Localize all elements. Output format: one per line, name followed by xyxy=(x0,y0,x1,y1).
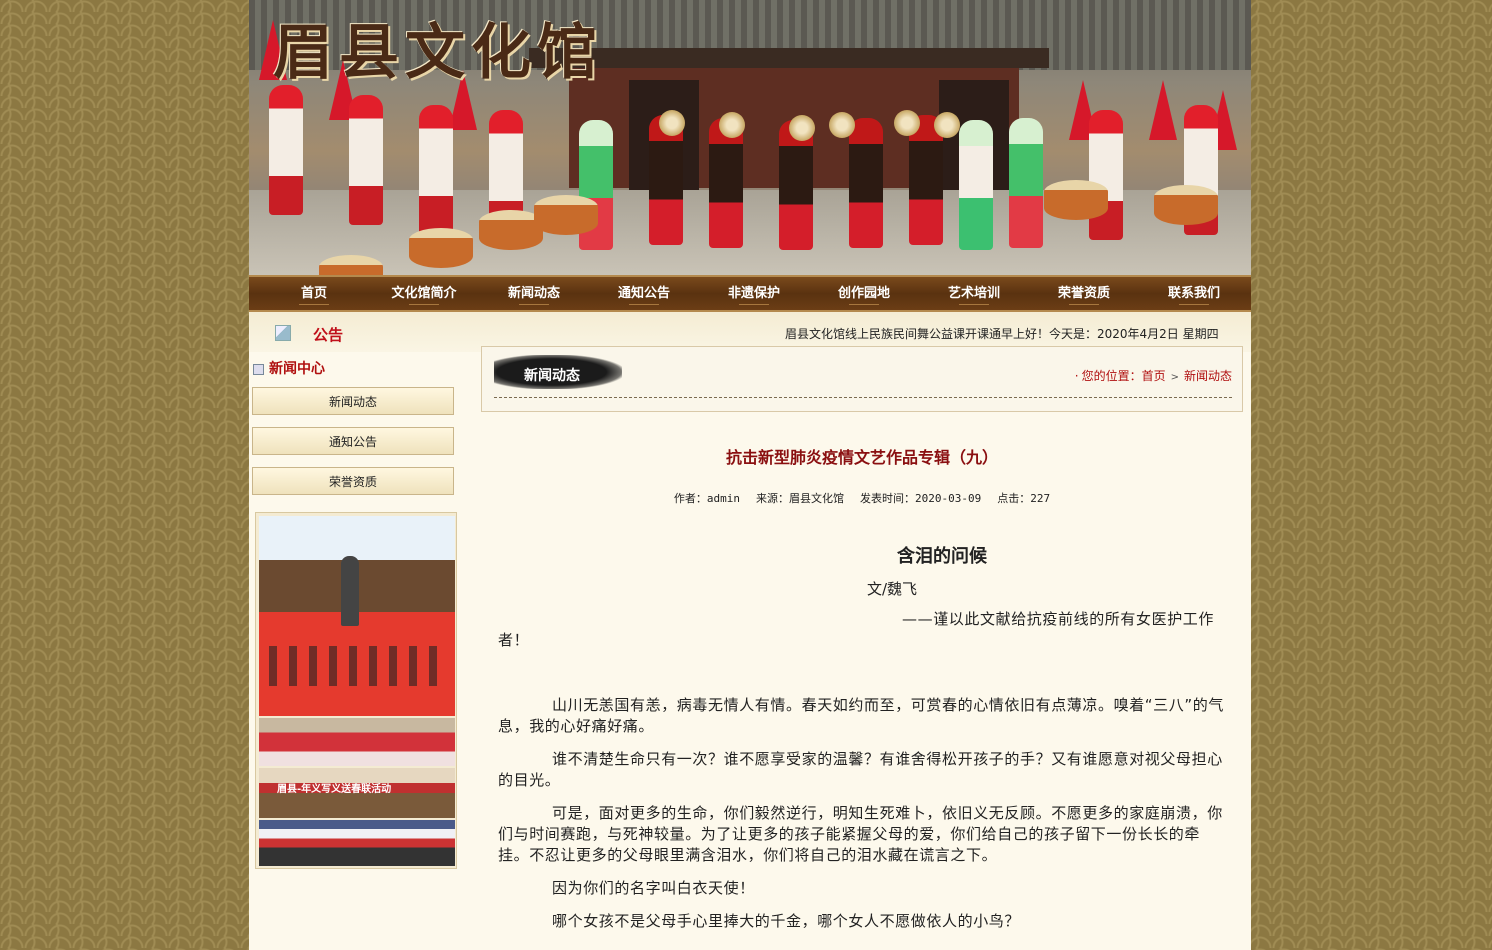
sidebar-item-news[interactable]: 新闻动态 xyxy=(252,387,454,415)
section-heading: 新闻动态 xyxy=(524,368,580,384)
nav-item-creation[interactable]: 创作园地 xyxy=(809,277,919,310)
main-nav: 首页 文化馆简介 新闻动态 通知公告 非遗保护 创作园地 艺术培训 荣誉资质 联… xyxy=(249,275,1251,312)
article-author-line: 文/魏飞 xyxy=(866,580,918,598)
article-author: 作者：admin xyxy=(673,492,740,505)
main-content: 新闻动态 · 您的位置：首页 > 新闻动态 抗击新型肺炎疫情文艺作品专辑（九） 作者：… xyxy=(481,346,1243,950)
nav-item-home[interactable]: 首页 xyxy=(259,277,369,310)
nav-item-news[interactable]: 新闻动态 xyxy=(479,277,589,310)
notice-marquee[interactable]: 眉县文化馆线上民族民间舞公益课开课通早上好！今天是：2020年4月2日 星期四 xyxy=(785,325,1219,342)
header-banner: 眉县文化馆 xyxy=(249,0,1251,275)
article-title: 抗击新型肺炎疫情文艺作品专辑（九） xyxy=(725,448,998,467)
article-paragraph: 因为你们的名字叫白衣天使！ xyxy=(552,879,755,897)
sidebar-title: 新闻中心 xyxy=(253,360,325,378)
sidebar-item-honors[interactable]: 荣誉资质 xyxy=(252,467,454,495)
nav-item-contact[interactable]: 联系我们 xyxy=(1139,277,1249,310)
breadcrumb-home[interactable]: 首页 xyxy=(1142,369,1166,383)
article-heading: 含泪的问候 xyxy=(897,546,987,567)
nav-item-about[interactable]: 文化馆简介 xyxy=(369,277,479,310)
article-paragraph: 山川无恙国有恙，病毒无情人有情。春天如约而至，可赏春的心情依旧有点薄凉。嗅着“三… xyxy=(498,696,1224,735)
broken-image-icon xyxy=(275,325,291,341)
article-source: 来源：眉县文化馆 xyxy=(756,492,844,505)
breadcrumb-current[interactable]: 新闻动态 xyxy=(1184,369,1232,383)
photo-stage-show[interactable] xyxy=(259,820,455,866)
article-paragraph: 谁不清楚生命只有一次？谁不愿享受家的温馨？有谁舍得松开孩子的手？又有谁愿意对视父… xyxy=(498,750,1223,789)
nav-item-honors[interactable]: 荣誉资质 xyxy=(1029,277,1139,310)
nav-item-training[interactable]: 艺术培训 xyxy=(919,277,1029,310)
article-meta: 作者：admin 来源：眉县文化馆 发表时间：2020-03-09 点击：227 xyxy=(481,490,1243,506)
nav-item-notices[interactable]: 通知公告 xyxy=(589,277,699,310)
article-hits: 点击：227 xyxy=(997,492,1051,505)
section-header: 新闻动态 · 您的位置：首页 > 新闻动态 xyxy=(481,346,1243,412)
site-title: 眉县文化馆 xyxy=(273,18,603,88)
divider xyxy=(494,397,1232,398)
article-paragraph: 可是，面对更多的生命，你们毅然逆行，明知生死难卜，依旧义无反顾。不愿更多的家庭崩… xyxy=(498,804,1223,864)
chevron-right-icon: > xyxy=(1170,372,1179,383)
photo-couplet-event[interactable]: 眉县-年义写义送春联活动 xyxy=(259,768,455,818)
notice-label: 公告 xyxy=(313,326,344,344)
photo-performers[interactable] xyxy=(259,718,455,766)
article-body: 含泪的问候 文/魏飞 ——谨以此文献给抗疫前线的所有女医护工作者！ 山川无恙国有… xyxy=(498,542,1226,944)
page-container: 眉县文化馆 首页 文化馆简介 新闻动态 通知公告 非遗保护 创作园地 艺术培训 … xyxy=(249,0,1251,950)
nav-item-heritage[interactable]: 非遗保护 xyxy=(699,277,809,310)
article-paragraph: 哪个女孩不是父母手心里捧大的千金，哪个女人不愿做依人的小鸟？ xyxy=(552,912,1021,930)
sidebar-item-notices[interactable]: 通知公告 xyxy=(252,427,454,455)
sidebar-photo-gallery: 眉县-年义写义送春联活动 xyxy=(255,512,457,869)
article-date: 发表时间：2020-03-09 xyxy=(860,492,982,505)
breadcrumb: · 您的位置：首页 > 新闻动态 xyxy=(1074,369,1232,383)
square-bullet-icon xyxy=(253,364,264,375)
photo-ceremony[interactable] xyxy=(259,516,455,716)
article-dedication: ——谨以此文献给抗疫前线的所有女医护工作者！ xyxy=(498,610,1215,649)
